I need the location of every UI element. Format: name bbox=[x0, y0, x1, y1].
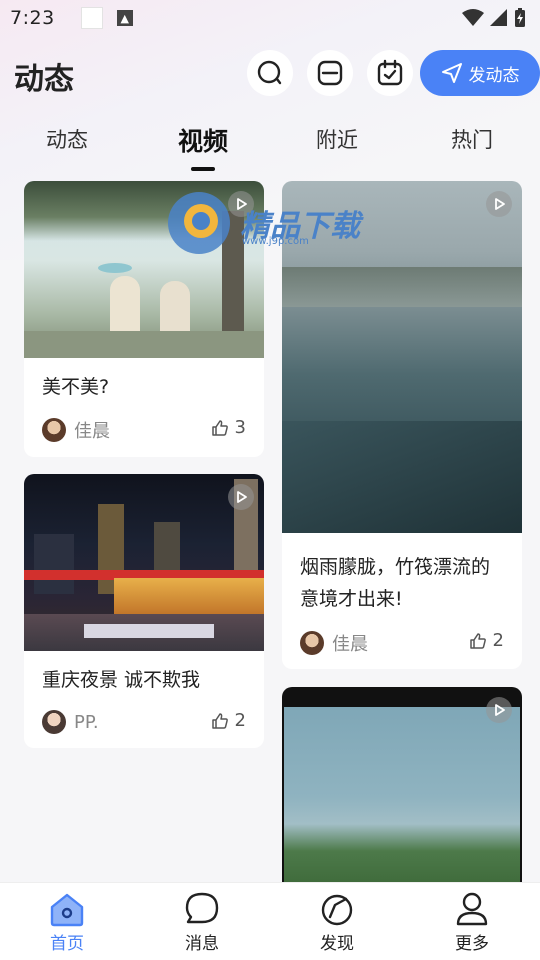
tab-nearby[interactable]: 附近 bbox=[292, 124, 382, 154]
nav-label: 首页 bbox=[50, 934, 84, 954]
post-button-label: 发动态 bbox=[468, 65, 520, 86]
video-title-line: 烟雨朦胧，竹筏漂流的 bbox=[300, 556, 491, 578]
header: 动态 发动态 bbox=[0, 46, 540, 102]
play-icon bbox=[495, 198, 505, 210]
tab-hot[interactable]: 热门 bbox=[427, 124, 517, 154]
author-name: 佳晨 bbox=[332, 634, 368, 655]
like-count: 2 bbox=[492, 630, 504, 651]
play-icon bbox=[237, 491, 247, 503]
nav-more[interactable]: 更多 bbox=[432, 891, 512, 954]
nav-label: 消息 bbox=[185, 934, 219, 954]
scan-button[interactable] bbox=[307, 50, 353, 96]
message-icon bbox=[185, 892, 219, 924]
video-thumbnail bbox=[282, 687, 522, 887]
profile-icon bbox=[456, 892, 488, 926]
avatar bbox=[42, 710, 66, 734]
bottom-nav: 首页 消息 发现 更多 bbox=[0, 882, 540, 960]
avatar bbox=[300, 631, 324, 655]
author[interactable]: PP. bbox=[42, 710, 99, 734]
wifi-icon bbox=[462, 9, 484, 26]
home-icon bbox=[50, 893, 84, 927]
search-icon bbox=[257, 60, 282, 85]
status-time: 7:23 bbox=[10, 7, 55, 29]
notification-app-icon: ▲ bbox=[116, 10, 133, 26]
video-title: 烟雨朦胧，竹筏漂流的 意境才出来! bbox=[300, 551, 490, 615]
boat-image bbox=[84, 624, 214, 638]
like-count: 2 bbox=[234, 710, 246, 731]
author-name: 佳晨 bbox=[74, 421, 110, 442]
video-card[interactable]: 重庆夜景 诚不欺我 PP. 2 bbox=[24, 474, 264, 748]
tab-feed[interactable]: 动态 bbox=[22, 124, 112, 154]
avatar bbox=[42, 418, 66, 442]
play-icon bbox=[495, 704, 505, 716]
mountain-image bbox=[282, 267, 522, 307]
watermark-logo-icon bbox=[168, 192, 230, 254]
thumbs-up-icon bbox=[211, 419, 228, 436]
umbrella-image bbox=[98, 263, 132, 273]
nav-label: 更多 bbox=[455, 934, 489, 954]
author[interactable]: 佳晨 bbox=[300, 630, 368, 656]
play-button[interactable] bbox=[486, 697, 512, 723]
thumbs-up-icon bbox=[211, 712, 228, 729]
landscape-image bbox=[284, 707, 520, 887]
thumbs-up-icon bbox=[469, 632, 486, 649]
tab-video[interactable]: 视频 bbox=[158, 122, 248, 158]
play-button[interactable] bbox=[486, 191, 512, 217]
like-button[interactable]: 3 bbox=[211, 417, 246, 438]
play-button[interactable] bbox=[228, 484, 254, 510]
ground-image bbox=[24, 331, 264, 358]
watermark-subtext: www.j9p.com bbox=[242, 236, 309, 247]
search-button[interactable] bbox=[247, 50, 293, 96]
nav-label: 发现 bbox=[320, 934, 354, 954]
discover-icon bbox=[321, 894, 353, 926]
video-title-line: 意境才出来! bbox=[300, 588, 403, 610]
page-title: 动态 bbox=[14, 62, 74, 97]
tab-indicator bbox=[191, 167, 215, 171]
battery-icon bbox=[515, 8, 525, 27]
status-bar: 7:23 ▲ bbox=[0, 0, 540, 36]
signal-icon bbox=[490, 9, 507, 26]
watermark: 精品下载 www.j9p.com bbox=[166, 190, 360, 256]
like-count: 3 bbox=[234, 417, 246, 438]
river-image bbox=[282, 421, 522, 533]
like-button[interactable]: 2 bbox=[469, 630, 504, 651]
tab-bar: 动态 视频 附近 热门 bbox=[0, 118, 540, 172]
author[interactable]: 佳晨 bbox=[42, 417, 110, 443]
video-card[interactable] bbox=[282, 687, 522, 887]
notification-icon bbox=[80, 7, 103, 29]
video-title: 重庆夜景 诚不欺我 bbox=[42, 669, 201, 691]
building-image bbox=[34, 534, 74, 594]
calendar-check-icon bbox=[377, 59, 403, 86]
send-icon bbox=[441, 63, 462, 83]
scan-icon bbox=[317, 60, 343, 86]
nav-discover[interactable]: 发现 bbox=[297, 891, 377, 954]
nav-messages[interactable]: 消息 bbox=[162, 891, 242, 954]
like-button[interactable]: 2 bbox=[211, 710, 246, 731]
checkin-button[interactable] bbox=[367, 50, 413, 96]
lit-buildings-image bbox=[114, 578, 264, 614]
author-name: PP. bbox=[74, 711, 99, 733]
post-button[interactable]: 发动态 bbox=[420, 50, 540, 96]
nav-home[interactable]: 首页 bbox=[27, 891, 107, 954]
video-title: 美不美? bbox=[42, 376, 110, 398]
